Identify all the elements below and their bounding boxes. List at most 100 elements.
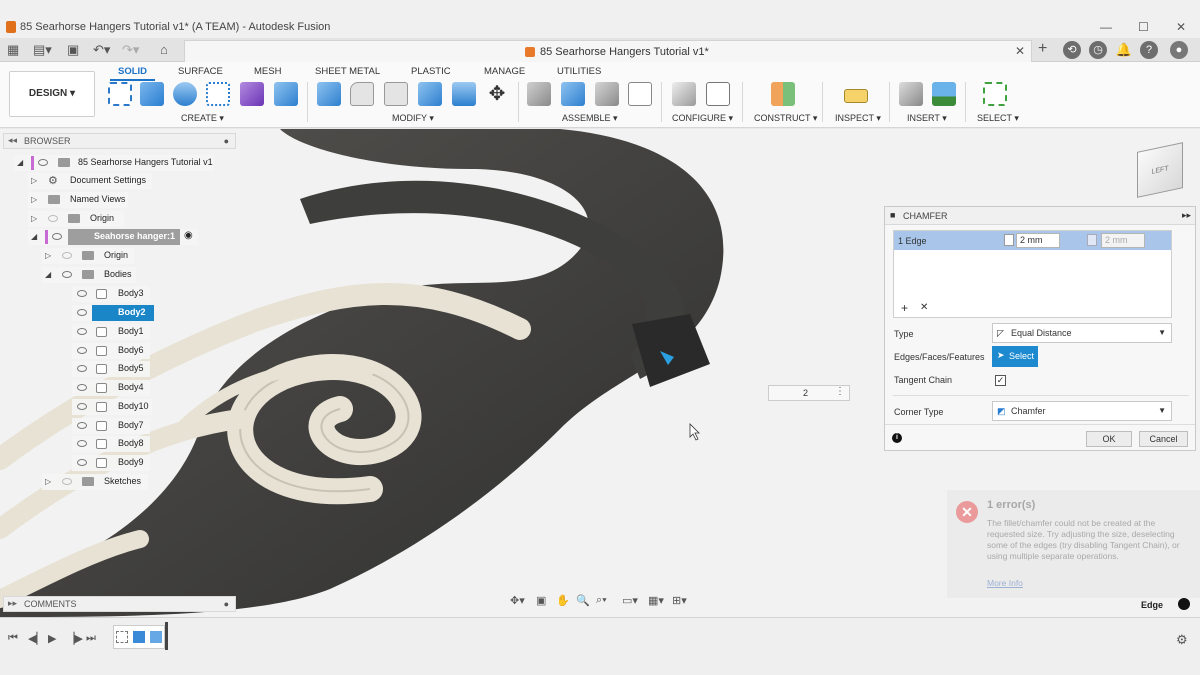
select-edges-button[interactable]: ➤ Select: [992, 346, 1038, 367]
timeline-settings-gear-icon[interactable]: ⚙: [1176, 632, 1188, 648]
redo-icon[interactable]: ↷▾: [122, 42, 139, 58]
remove-icon[interactable]: ✕: [920, 302, 928, 313]
tree-body[interactable]: Body6: [72, 343, 150, 359]
configure-icon[interactable]: [672, 82, 696, 106]
browser-panel-header[interactable]: ◂◂ BROWSER ●: [3, 133, 236, 149]
press-pull-icon[interactable]: [317, 82, 341, 106]
tab-manage[interactable]: MANAGE: [484, 66, 525, 77]
help-icon[interactable]: ?: [1140, 41, 1158, 59]
distance2-input[interactable]: 2 mm: [1101, 233, 1145, 248]
tree-sub-origin[interactable]: ▷ Origin: [42, 248, 134, 264]
workspace-switcher[interactable]: DESIGN ▾: [9, 71, 95, 117]
create-group-label[interactable]: CREATE ▾: [181, 113, 224, 124]
go-to-end-icon[interactable]: ⏭: [86, 632, 96, 645]
expand-icon[interactable]: ▸▸: [8, 598, 17, 609]
configure-group-label[interactable]: CONFIGURE ▾: [672, 113, 733, 124]
configuration-table-icon[interactable]: [706, 82, 730, 106]
form-icon[interactable]: [240, 82, 264, 106]
viewports-icon[interactable]: ⊞▾: [672, 594, 687, 607]
select-icon[interactable]: [983, 82, 1007, 106]
tab-solid[interactable]: SOLID: [109, 66, 156, 81]
visibility-eye-icon[interactable]: [52, 233, 62, 240]
tree-body[interactable]: Body4: [72, 380, 150, 396]
tree-named-views[interactable]: ▷ Named Views: [28, 192, 128, 208]
extensions-icon[interactable]: ⟲: [1063, 41, 1081, 59]
extrude-feature-icon[interactable]: [133, 631, 145, 643]
expand-icon[interactable]: ▷: [31, 214, 37, 223]
comments-panel-header[interactable]: ▸▸ COMMENTS ●: [3, 596, 236, 612]
offset-plane-icon[interactable]: [771, 82, 795, 106]
expand-icon[interactable]: ◢: [45, 270, 51, 279]
tree-sketches[interactable]: ▷ Sketches: [42, 474, 148, 490]
info-icon[interactable]: i: [892, 433, 902, 443]
tree-origin[interactable]: ▷ Origin: [28, 211, 124, 227]
close-window-button[interactable]: ✕: [1176, 20, 1186, 34]
visibility-eye-icon[interactable]: [77, 422, 87, 429]
visibility-eye-icon[interactable]: [77, 403, 87, 410]
home-icon[interactable]: ⌂: [160, 42, 168, 57]
step-back-icon[interactable]: ◀▏: [28, 632, 45, 645]
maximize-button[interactable]: ☐: [1138, 20, 1149, 34]
ok-button[interactable]: OK: [1086, 431, 1132, 447]
grid-icon[interactable]: ▦▾: [648, 594, 664, 607]
pattern-feature-icon[interactable]: [150, 631, 162, 643]
fillet-icon[interactable]: [350, 82, 374, 106]
add-icon[interactable]: +: [901, 301, 908, 315]
assemble-group-label[interactable]: ASSEMBLE ▾: [562, 113, 618, 124]
timeline-marker[interactable]: [165, 622, 168, 650]
tree-root[interactable]: ◢ 85 Searhorse Hangers Tutorial v1: [14, 155, 214, 171]
expand-icon[interactable]: ▷: [45, 477, 51, 486]
step-forward-icon[interactable]: ▕▶: [66, 632, 83, 645]
combine-icon[interactable]: [452, 82, 476, 106]
tree-bodies[interactable]: ◢ Bodies: [42, 267, 136, 283]
joint-origin-icon[interactable]: [628, 82, 652, 106]
visibility-eye-icon[interactable]: [77, 459, 87, 466]
box-icon[interactable]: [274, 82, 298, 106]
expand-dialog-icon[interactable]: ▸▸: [1182, 210, 1191, 221]
orbit-icon[interactable]: ✥▾: [510, 594, 525, 607]
zoom-icon[interactable]: 🔍: [576, 594, 590, 607]
type-select[interactable]: ◸ Equal Distance ▼: [992, 323, 1172, 343]
tree-component[interactable]: ◢ Seahorse hanger:1 ◉: [28, 229, 198, 245]
chamfer-icon[interactable]: [384, 82, 408, 106]
revolve-icon[interactable]: [173, 82, 197, 106]
chamfer-edge-row[interactable]: 1 Edge 2 mm 2 mm: [894, 231, 1171, 250]
inspect-group-label[interactable]: INSPECT ▾: [835, 113, 881, 124]
expand-icon[interactable]: ◢: [31, 232, 37, 241]
measure-icon[interactable]: [844, 89, 868, 103]
apps-grid-icon[interactable]: ▦: [7, 42, 19, 58]
file-menu-icon[interactable]: ▤▾: [33, 42, 52, 58]
modify-group-label[interactable]: MODIFY ▾: [392, 113, 434, 124]
new-tab-button[interactable]: +: [1038, 40, 1047, 58]
look-at-icon[interactable]: ▣: [536, 594, 546, 607]
cancel-button[interactable]: Cancel: [1139, 431, 1188, 447]
visibility-eye-icon[interactable]: [77, 328, 87, 335]
user-avatar[interactable]: ●: [1170, 41, 1188, 59]
visibility-eye-icon[interactable]: [77, 365, 87, 372]
shell-icon[interactable]: [418, 82, 442, 106]
expand-icon[interactable]: ◢: [17, 158, 23, 167]
viewcube[interactable]: LEFT: [1137, 142, 1183, 198]
new-component-icon[interactable]: [527, 82, 551, 106]
insert-group-label[interactable]: INSERT ▾: [907, 113, 947, 124]
tree-body[interactable]: Body1: [72, 324, 150, 340]
pattern-icon[interactable]: [206, 82, 230, 106]
expand-icon[interactable]: ▷: [31, 176, 37, 185]
tree-body[interactable]: Body3: [72, 286, 150, 302]
timeline-features[interactable]: [113, 625, 165, 649]
hidden-eye-icon[interactable]: [62, 252, 72, 259]
visibility-eye-icon[interactable]: [77, 440, 87, 447]
construct-group-label[interactable]: CONSTRUCT ▾: [754, 113, 817, 124]
tab-utilities[interactable]: UTILITIES: [557, 66, 601, 77]
chamfer-dialog-header[interactable]: ■ CHAMFER ▸▸: [885, 207, 1195, 225]
visibility-eye-icon[interactable]: [62, 271, 72, 278]
tree-body[interactable]: Body7: [72, 418, 150, 434]
expand-icon[interactable]: ▷: [31, 195, 37, 204]
document-tab[interactable]: 85 Searhorse Hangers Tutorial v1* ✕: [184, 40, 1032, 62]
tab-mesh[interactable]: MESH: [254, 66, 281, 77]
hidden-eye-icon[interactable]: [62, 478, 72, 485]
undo-icon[interactable]: ↶▾: [93, 42, 110, 58]
tree-body[interactable]: Body10: [72, 399, 152, 415]
tab-plastic[interactable]: PLASTIC: [411, 66, 451, 77]
pin-icon[interactable]: ●: [224, 136, 229, 146]
